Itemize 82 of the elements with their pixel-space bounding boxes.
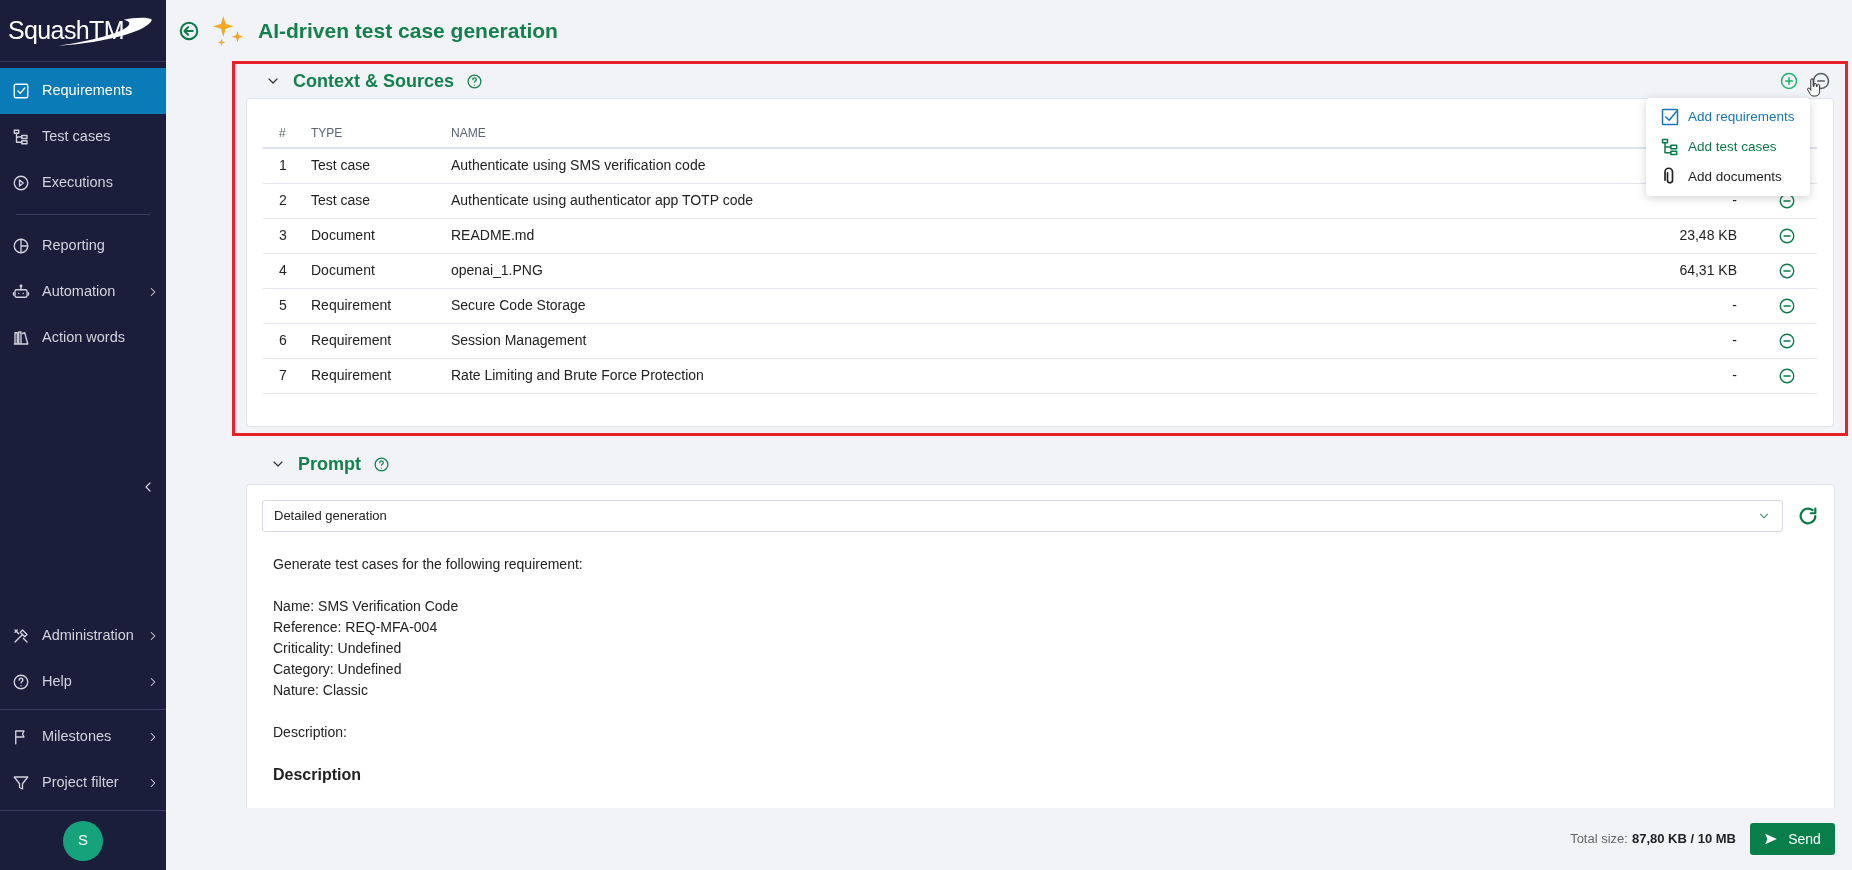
size-cell: 23,48 KB [1679,227,1737,243]
collapse-all-icon[interactable] [1811,71,1831,91]
remove-icon[interactable] [1778,367,1796,386]
pie-chart-icon [12,237,30,255]
column-header: # [279,125,286,140]
prompt-line: Reference: REQ-MFA-004 [273,618,439,637]
name-cell: openai_1.PNG [451,262,543,278]
type-cell: Requirement [311,297,392,313]
help-icon [12,673,30,691]
robot-icon [12,283,30,301]
logo[interactable]: SquashTM [8,10,158,51]
size-cell: - [1732,367,1737,383]
nav-item[interactable]: Milestones [0,714,166,760]
row-number: 1 [279,157,287,174]
filter-icon [12,774,30,792]
books-icon [12,329,30,347]
checkbox-icon [1660,107,1680,127]
prompt-line: Criticality: Undefined [273,639,403,658]
checkbox-icon [12,82,30,100]
remove-icon[interactable] [1778,227,1796,246]
name-cell: Authenticate using authenticator app TOTP code [451,192,753,208]
size-cell: - [1732,192,1737,208]
prompt-line: Generate test cases for the following requirement: [273,555,584,574]
column-header: TYPE [311,125,343,140]
template-select[interactable]: Detailed generation [262,500,1783,532]
row-number: 6 [279,332,287,348]
tree-icon [1660,137,1680,157]
sparkle-icon [212,13,246,48]
size-cell: 64,31 KB [1679,262,1737,278]
row-number: 2 [279,192,287,208]
type-cell: Requirement [311,332,392,348]
tree-icon [12,128,30,146]
remove-icon[interactable] [1778,332,1796,351]
row-number: 7 [279,367,287,383]
nav-item[interactable]: Action words [0,315,166,361]
remove-icon[interactable] [1778,262,1796,281]
help-icon [466,72,484,90]
play-icon [12,174,30,192]
name-cell: Authenticate using SMS verification code [451,157,706,174]
nav-item[interactable]: Help [0,659,166,705]
type-cell: Document [311,262,375,278]
size-cell: - [1732,297,1737,313]
type-cell: Test case [311,157,371,174]
section-title: Context & Sources [293,69,455,93]
total-size-value: 87,80 KB / 10 MB [1631,830,1736,849]
type-cell: Requirement [311,367,392,383]
remove-icon[interactable] [1778,297,1796,316]
prompt-heading: Description [273,765,362,785]
nav-item[interactable]: Project filter [0,760,166,806]
refresh-icon[interactable] [1797,505,1819,527]
prompt-line: Nature: Classic [273,681,369,700]
row-number: 3 [279,227,287,243]
send-button[interactable]: Send [1750,823,1835,855]
menu-item[interactable]: Add requirements [1646,102,1810,132]
nav-item[interactable]: Administration [0,613,166,659]
total-size-label: Total size: [1570,830,1628,849]
tools-icon [12,627,30,645]
type-cell: Test case [311,192,371,208]
column-header: NAME [451,125,486,140]
help-icon [373,455,390,473]
page-title: AI-driven test case generation [258,17,558,44]
name-cell: Session Management [451,332,587,348]
prompt-line: Description: [273,723,348,742]
nav-item[interactable]: Requirements [0,68,166,114]
menu-item[interactable]: Add test cases [1646,132,1810,162]
prompt-line: Name: SMS Verification Code [273,597,460,616]
menu-item[interactable]: Add documents [1646,162,1810,192]
name-cell: README.md [451,227,535,243]
size-cell: - [1732,332,1737,348]
back-icon[interactable] [178,19,200,42]
name-cell: Rate Limiting and Brute Force Protection [451,367,704,383]
type-cell: Document [311,227,375,243]
section-title: Prompt [298,452,361,476]
nav-item[interactable]: Automation [0,269,166,315]
row-number: 4 [279,262,287,278]
nav-item[interactable]: Executions [0,160,166,206]
nav-item[interactable]: Test cases [0,114,166,160]
name-cell: Secure Code Storage [451,297,586,313]
row-number: 5 [279,297,287,313]
send-icon [1764,832,1779,846]
prompt-line: Category: Undefined [273,660,403,679]
nav-item[interactable]: Reporting [0,223,166,269]
